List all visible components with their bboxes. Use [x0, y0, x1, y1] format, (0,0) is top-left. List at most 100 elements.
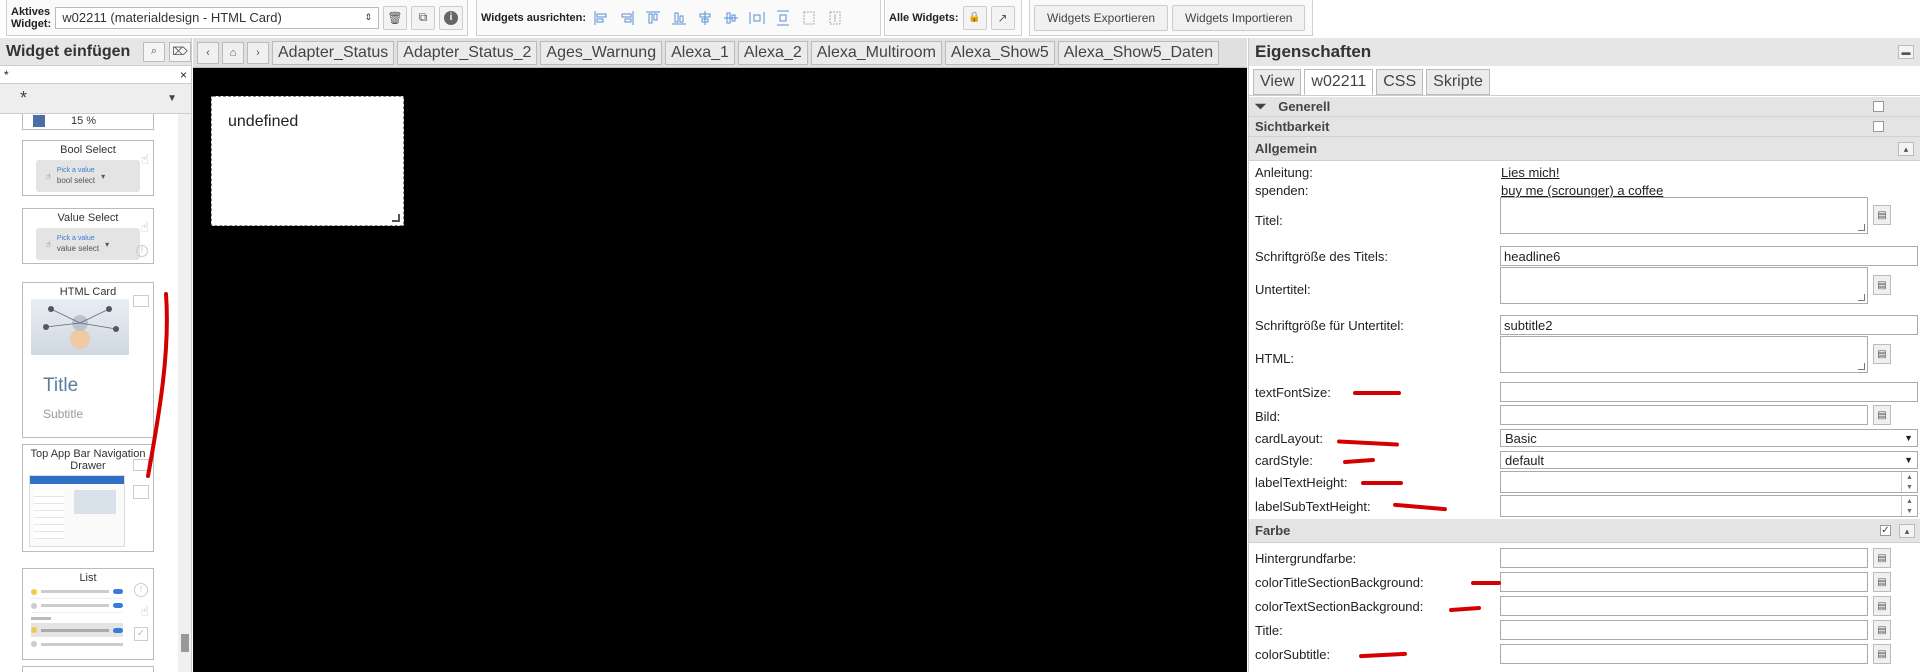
color-title-bg-picker[interactable]: ▤	[1873, 572, 1891, 592]
palette-item-html-card[interactable]: HTML Card Title Subtitle	[22, 282, 154, 438]
sichtbarkeit-checkbox[interactable]	[1873, 121, 1884, 132]
readme-link[interactable]: Lies mich!	[1501, 165, 1560, 180]
filter-input[interactable]: *	[4, 68, 9, 82]
farbe-checkbox[interactable]: ✓	[1880, 525, 1891, 536]
section-generell[interactable]: ⏷ Generell	[1249, 97, 1920, 117]
widget-set-select[interactable]: * ▼	[0, 84, 191, 114]
color-subtitle-input[interactable]	[1500, 644, 1868, 664]
color-text-bg-picker[interactable]: ▤	[1873, 596, 1891, 616]
selected-html-card-widget[interactable]: undefined	[211, 96, 404, 226]
palette-item-list[interactable]: List ! ☝ ✓	[22, 568, 154, 660]
section-farbe[interactable]: Farbe ✓ ▴	[1249, 519, 1920, 543]
title-color-input[interactable]	[1500, 620, 1868, 640]
open-external-button[interactable]: ↗	[990, 5, 1015, 30]
import-widgets-button[interactable]: Widgets Importieren	[1172, 4, 1306, 31]
editor-canvas[interactable]: undefined	[193, 68, 1247, 672]
bild-input[interactable]	[1500, 405, 1868, 425]
title-font-size-input[interactable]: headline6	[1500, 246, 1918, 266]
palette-scroll-thumb[interactable]	[181, 634, 189, 652]
distribute-v-icon[interactable]	[772, 7, 794, 29]
info-button[interactable]: i	[439, 5, 463, 30]
spinner-arrows[interactable]: ▲ ▼	[1901, 496, 1917, 516]
export-import-group: Widgets Exportieren Widgets Importieren	[1029, 0, 1313, 36]
bild-select-button[interactable]: ▤	[1873, 405, 1891, 425]
label-sub-text-height-input[interactable]: ▲ ▼	[1500, 495, 1918, 517]
hand-pointer-icon: ☝	[140, 603, 149, 619]
view-tab[interactable]: Adapter_Status	[272, 40, 395, 65]
tab-widget[interactable]: w02211	[1304, 69, 1374, 95]
label-text-height-input[interactable]: ▲ ▼	[1500, 471, 1918, 493]
text-font-size-input[interactable]	[1500, 382, 1918, 402]
tab-css[interactable]: CSS	[1376, 69, 1424, 95]
collapse-allgemein-button[interactable]: ▴	[1898, 141, 1914, 156]
html-textarea[interactable]	[1500, 336, 1868, 373]
view-tab[interactable]: Alexa_Multiroom	[810, 40, 942, 65]
untertitel-textarea[interactable]	[1500, 267, 1868, 304]
active-widget-select[interactable]: w02211 (materialdesign - HTML Card) ⇕	[55, 6, 380, 29]
background-color-picker[interactable]: ▤	[1873, 548, 1891, 568]
list-preview-header	[31, 613, 123, 623]
color-title-bg-input[interactable]	[1500, 572, 1868, 592]
color-text-bg-input[interactable]	[1500, 596, 1868, 616]
html-edit-button[interactable]: ▤	[1873, 344, 1891, 364]
titel-label: Titel:	[1255, 213, 1283, 228]
spinner-arrows[interactable]: ▲ ▼	[1901, 472, 1917, 492]
align-bottom-icon[interactable]	[668, 7, 690, 29]
view-tab[interactable]: Adapter_Status_2	[397, 40, 538, 65]
lock-all-button[interactable]: 🔒	[962, 5, 987, 30]
card-style-select[interactable]: default ▼	[1500, 451, 1918, 469]
palette-item-top-app-bar[interactable]: Top App Bar Navigation Drawer	[22, 444, 154, 552]
tabs-home-button[interactable]: ⌂	[222, 41, 244, 64]
view-tab[interactable]: Ages_Warnung	[540, 40, 663, 65]
align-top-icon[interactable]	[642, 7, 664, 29]
untertitel-edit-button[interactable]: ▤	[1873, 275, 1891, 295]
collapse-farbe-button[interactable]: ▴	[1899, 523, 1915, 538]
same-height-icon[interactable]	[824, 7, 846, 29]
card-preview-image	[31, 299, 129, 355]
background-color-input[interactable]	[1500, 548, 1868, 568]
align-left-icon[interactable]	[590, 7, 612, 29]
palette-item-progress[interactable]: 15 %	[22, 114, 154, 130]
export-widgets-button[interactable]: Widgets Exportieren	[1034, 4, 1169, 31]
same-width-icon[interactable]	[798, 7, 820, 29]
tab-view[interactable]: View	[1253, 69, 1302, 95]
clear-filter-icon[interactable]: ×	[180, 68, 187, 82]
untertitel-label: Untertitel:	[1255, 282, 1311, 297]
color-subtitle-picker[interactable]: ▤	[1873, 644, 1891, 664]
section-sichtbarkeit[interactable]: Sichtbarkeit	[1249, 117, 1920, 137]
view-tab[interactable]: Alexa_2	[737, 40, 808, 65]
copy-widget-button[interactable]: ⧉	[411, 5, 436, 30]
align-right-icon[interactable]	[616, 7, 638, 29]
palette-search-button[interactable]: ⌕	[143, 41, 165, 62]
tab-scripts[interactable]: Skripte	[1426, 69, 1490, 95]
external-link-icon: ↗	[997, 10, 1008, 25]
palette-filter[interactable]: * ×	[0, 66, 191, 84]
titel-edit-button[interactable]: ▤	[1873, 205, 1891, 225]
title-color-picker[interactable]: ▤	[1873, 620, 1891, 640]
resize-handle[interactable]	[392, 214, 400, 222]
generell-checkbox[interactable]	[1873, 101, 1884, 112]
view-tab[interactable]: Alexa_1	[665, 40, 735, 65]
tag-icon: ⌦	[172, 46, 188, 58]
align-center-v-icon[interactable]	[694, 7, 716, 29]
palette-item-next[interactable]	[22, 666, 154, 672]
distribute-h-icon[interactable]	[746, 7, 768, 29]
section-allgemein[interactable]: Allgemein ▴	[1249, 137, 1920, 161]
align-center-h-icon[interactable]	[720, 7, 742, 29]
titel-textarea[interactable]	[1500, 197, 1868, 234]
palette-item-bool-select[interactable]: Bool Select ☝ Pick a value bool select ▾ …	[22, 140, 154, 196]
palette-item-value-select[interactable]: Value Select ☝ Pick a value value select …	[22, 208, 154, 264]
card-layout-select[interactable]: Basic ▼	[1500, 429, 1918, 447]
tabs-next-button[interactable]: ›	[247, 41, 269, 64]
delete-widget-button[interactable]: 🗑	[383, 5, 408, 30]
palette-scrollbar[interactable]	[178, 114, 191, 672]
tabs-prev-button[interactable]: ‹	[197, 41, 219, 64]
text-font-size-label: textFontSize:	[1255, 385, 1331, 400]
view-tab[interactable]: Alexa_Show5	[944, 40, 1055, 65]
palette-tag-button[interactable]: ⌦	[169, 41, 191, 62]
view-tab[interactable]: Alexa_Show5_Daten	[1057, 40, 1220, 65]
donate-link[interactable]: buy me (scrounger) a coffee	[1501, 183, 1663, 198]
minimize-panel-button[interactable]: ▬	[1898, 45, 1914, 59]
subtitle-font-size-input[interactable]: subtitle2	[1500, 315, 1918, 335]
top-toolbar: Aktives Widget: w02211 (materialdesign -…	[0, 0, 1920, 38]
